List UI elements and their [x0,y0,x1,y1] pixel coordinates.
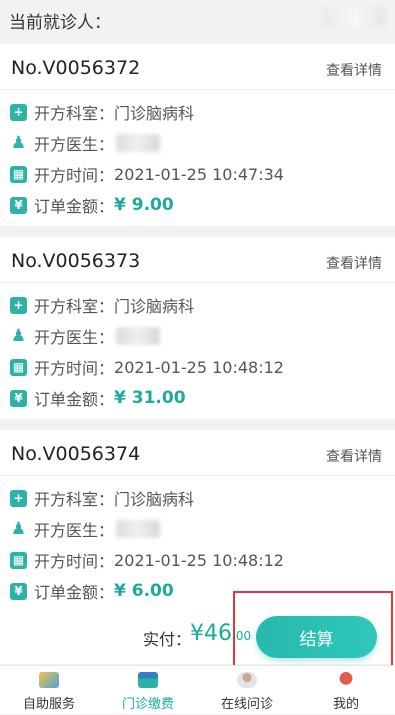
tab-label: 我的 [332,697,359,712]
amount-value: ¥ 9.00 [114,195,174,215]
calendar-icon: ▦ [10,358,27,376]
order-number: No.V0056374 [11,443,141,465]
doctor-label: 开方医生： [34,521,115,540]
tab-label: 门诊缴费 [121,697,174,712]
amount-label: 订单金额： [34,390,115,409]
order-card: No.V0056373 查看详情 + 开方科室： 门诊脑病科 ♟ 开方医生： ▦… [0,237,395,419]
patient-name-redacted [322,6,386,28]
department-label: 开方科室： [34,490,115,509]
payment-amount-integer: 46 [204,621,232,646]
time-row: ▦ 开方时间： 2021-01-25 10:48:12 [10,548,284,572]
tab-online-consult[interactable]: 在线问诊 [198,666,296,715]
doctor-name-redacted [116,134,161,152]
card-payment-icon [138,672,158,688]
self-service-icon [39,672,59,688]
department-row: + 开方科室： 门诊脑病科 [10,486,194,510]
profile-icon [336,672,356,688]
order-card-header: No.V0056374 查看详情 [0,430,395,476]
yuan-bill-icon: ¥ [10,582,27,600]
view-details-link[interactable]: 查看详情 [326,60,382,80]
time-label: 开方时间： [34,359,115,378]
department-row: + 开方科室： 门诊脑病科 [10,100,194,124]
bottom-tab-bar: 自助服务 门诊缴费 在线问诊 我的 [0,665,395,714]
amount-row: ¥ 订单金额： ¥ 6.00 [10,579,174,603]
department-label: 开方科室： [34,297,115,316]
yuan-bill-icon: ¥ [10,389,27,407]
amount-row: ¥ 订单金额： ¥ 31.00 [10,386,186,410]
time-label: 开方时间： [34,552,115,571]
order-card: No.V0056374 查看详情 + 开方科室： 门诊脑病科 ♟ 开方医生： ▦… [0,430,395,612]
time-value: 2021-01-25 10:48:12 [114,550,284,570]
medical-plus-icon: + [10,489,27,507]
doctor-row: ♟ 开方医生： [10,324,161,348]
tab-label: 自助服务 [22,697,75,712]
calendar-icon: ▦ [10,551,27,569]
view-details-link[interactable]: 查看详情 [326,253,382,273]
yuan-bill-icon: ¥ [10,196,27,214]
order-card: No.V0056372 查看详情 + 开方科室： 门诊脑病科 ♟ 开方医生： ▦… [0,44,395,226]
current-patient-label: 当前就诊人： [9,13,111,33]
doctor-icon: ♟ [10,133,27,153]
amount-value: ¥ 6.00 [114,581,174,601]
medical-plus-icon: + [10,296,27,314]
medical-plus-icon: + [10,103,27,121]
doctor-name-redacted [116,520,161,538]
patient-bar[interactable]: 当前就诊人： [0,0,395,38]
department-value: 门诊脑病科 [114,490,195,509]
doctor-consult-icon [237,672,257,688]
doctor-label: 开方医生： [34,328,115,347]
order-card-header: No.V0056372 查看详情 [0,44,395,90]
amount-row: ¥ 订单金额： ¥ 9.00 [10,193,174,217]
time-label: 开方时间： [34,166,115,185]
department-value: 门诊脑病科 [114,104,195,123]
doctor-name-redacted [116,327,161,345]
time-row: ▦ 开方时间： 2021-01-25 10:47:34 [10,162,284,186]
time-value: 2021-01-25 10:48:12 [114,357,284,377]
doctor-row: ♟ 开方医生： [10,131,161,155]
time-row: ▦ 开方时间： 2021-01-25 10:48:12 [10,355,284,379]
view-details-link[interactable]: 查看详情 [326,446,382,466]
order-number: No.V0056373 [11,250,141,272]
time-value: 2021-01-25 10:47:34 [114,164,284,184]
doctor-label: 开方医生： [34,135,115,154]
department-value: 门诊脑病科 [114,297,195,316]
doctor-row: ♟ 开方医生： [10,517,161,541]
checkout-highlight-box [233,591,393,675]
tab-outpatient-payment[interactable]: 门诊缴费 [99,666,197,715]
tab-self-service[interactable]: 自助服务 [0,666,98,715]
calendar-icon: ▦ [10,165,27,183]
department-row: + 开方科室： 门诊脑病科 [10,293,194,317]
amount-value: ¥ 31.00 [114,388,186,408]
doctor-icon: ♟ [10,326,27,346]
order-card-header: No.V0056373 查看详情 [0,237,395,283]
payment-label: 实付： [143,630,192,649]
payment-currency: ¥ [190,621,204,646]
tab-profile[interactable]: 我的 [297,666,395,715]
department-label: 开方科室： [34,104,115,123]
doctor-icon: ♟ [10,519,27,539]
amount-label: 订单金额： [34,197,115,216]
order-number: No.V0056372 [11,57,141,79]
tab-label: 在线问诊 [220,697,273,712]
amount-label: 订单金额： [34,583,115,602]
